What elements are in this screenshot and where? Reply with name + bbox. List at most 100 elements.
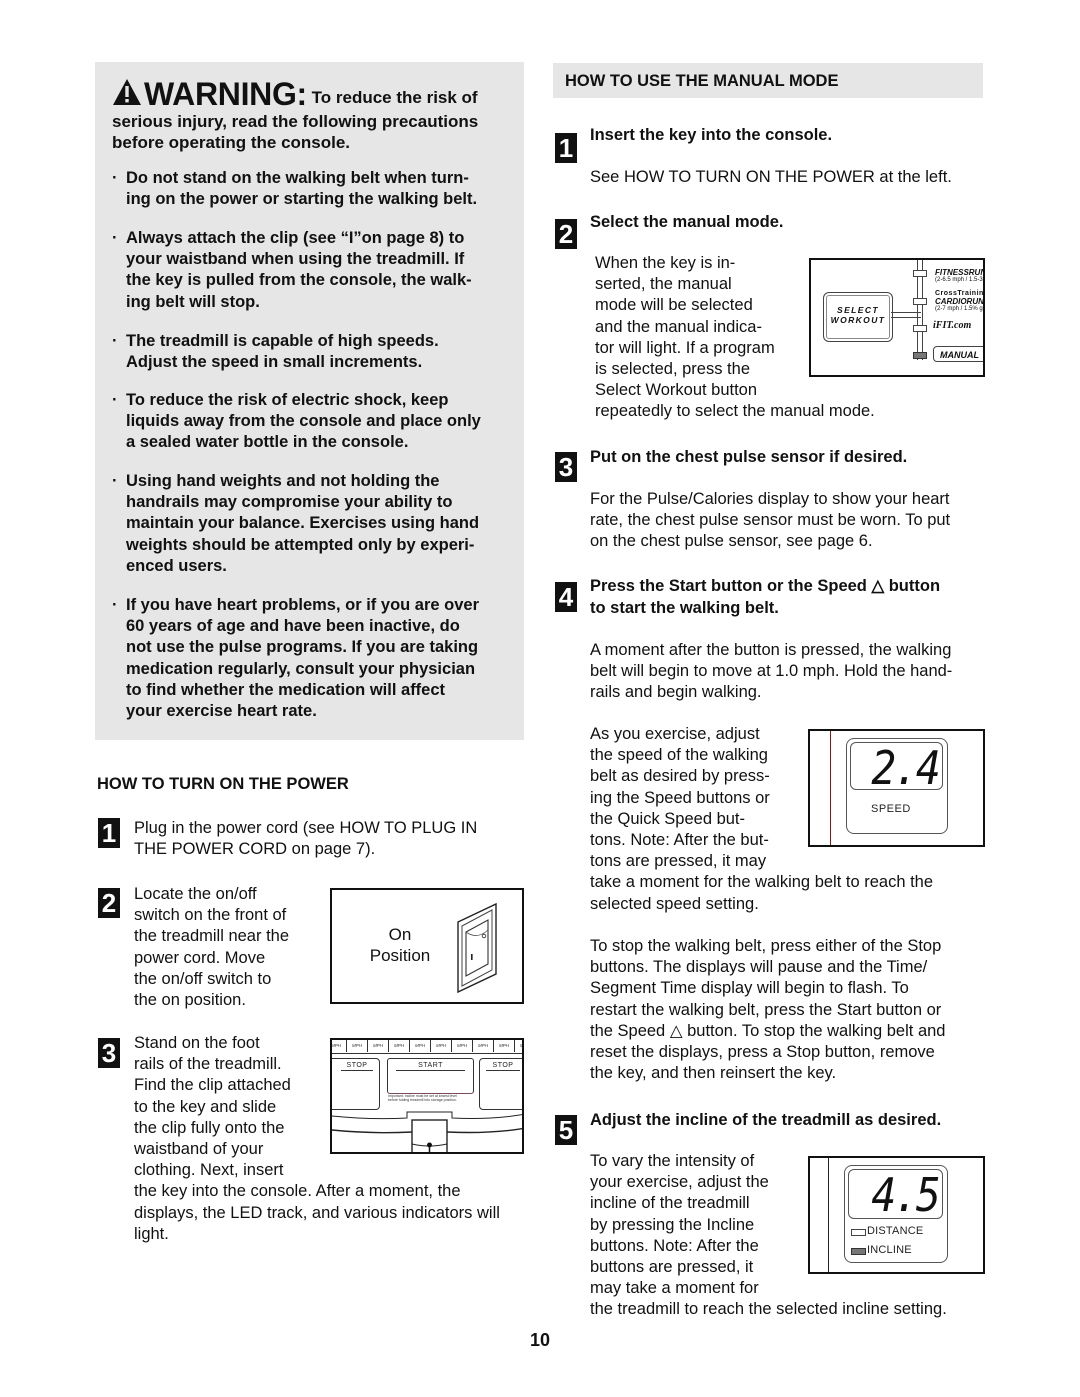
mph-led: MPH bbox=[473, 1040, 494, 1052]
text-line: Segment Time display will begin to flash… bbox=[590, 979, 909, 998]
speed-display-figure: 2.4 SPEED bbox=[808, 729, 985, 847]
text-line: restart the walking belt, press the Star… bbox=[590, 1000, 942, 1019]
manual-step-3-number: 3 bbox=[555, 452, 577, 482]
incline-lcd-panel: 4.5 DISTANCE INCLINE bbox=[844, 1165, 948, 1263]
text-line: Plug in the power cord (see HOW TO PLUG … bbox=[134, 819, 478, 837]
text-line: a sealed water bottle in the console. bbox=[126, 433, 409, 452]
program-fitnessrun: FITNESSRUN bbox=[935, 268, 985, 277]
text-line: on the chest pulse sensor, see page 6. bbox=[590, 532, 873, 551]
distance-indicator-icon bbox=[851, 1229, 866, 1236]
text-line: To stop the walking belt, press either o… bbox=[590, 937, 942, 955]
incline-display-figure: 4.5 DISTANCE INCLINE bbox=[808, 1156, 985, 1274]
text-line: take a moment for the walking belt to re… bbox=[590, 873, 934, 892]
bullet-dot-icon: · bbox=[112, 391, 118, 409]
text-line: selected speed setting. bbox=[590, 894, 759, 913]
mph-led: MPH bbox=[332, 1040, 347, 1052]
warning-bullet: · Always attach the clip (see “I”on page … bbox=[112, 228, 512, 313]
text-line: weights should be attempted only by expe… bbox=[126, 535, 475, 554]
text-line: light. bbox=[134, 1224, 169, 1243]
on-position-label: On Position bbox=[352, 924, 448, 966]
text-line: handrails may compromise your ability to bbox=[126, 493, 453, 512]
page-number: 10 bbox=[529, 1330, 551, 1350]
start-button: START bbox=[387, 1058, 474, 1094]
incline-lcd-screen: 4.5 bbox=[848, 1168, 943, 1222]
power-step-1-text: Plug in the power cord (see HOW TO PLUG … bbox=[134, 818, 524, 860]
text-line: your waistband when using the treadmill.… bbox=[126, 250, 465, 269]
text-line: the key into the console. After a moment… bbox=[134, 1182, 461, 1201]
text-line: Using hand weights and not holding the bbox=[126, 472, 440, 490]
text-line: the on position. bbox=[134, 991, 246, 1010]
text-line: not use the pulse programs. If you are t… bbox=[126, 638, 479, 657]
mph-led: MPH bbox=[515, 1040, 522, 1052]
text-line: tons are pressed, it may bbox=[590, 852, 767, 871]
program-cardiorun: CARDIORUN bbox=[935, 297, 984, 306]
speed-label: SPEED bbox=[871, 803, 911, 815]
program-led bbox=[913, 298, 927, 305]
text-line: power cord. Move bbox=[134, 948, 266, 967]
rocker-switch-icon bbox=[457, 902, 497, 994]
text-line: liquids away from the console and place … bbox=[126, 412, 481, 431]
text-line: WORKOUT bbox=[830, 315, 886, 325]
bullet-dot-icon: · bbox=[112, 596, 118, 614]
power-step-2-number: 2 bbox=[98, 888, 120, 918]
mph-led: MPH bbox=[410, 1040, 431, 1052]
start-label: START bbox=[396, 1062, 465, 1071]
text-line: enced users. bbox=[126, 556, 227, 575]
program-crosstraining: CrossTrainin bbox=[935, 290, 984, 297]
warning-bullet: · Using hand weights and not holding the h… bbox=[112, 471, 512, 577]
select-workout-button: SELECT WORKOUT bbox=[823, 292, 893, 342]
manual-step-3-title: Put on the chest pulse sensor if desired… bbox=[590, 448, 908, 466]
text-line: Always attach the clip (see “I”on page 8… bbox=[126, 229, 465, 247]
text-line: the treadmill near the bbox=[134, 927, 290, 946]
warning-bullet: · Do not stand on the walking belt when t… bbox=[112, 168, 512, 210]
manual-step-1-text: See HOW TO TURN ON THE POWER at the left… bbox=[590, 168, 952, 186]
manual-led-lit bbox=[913, 352, 927, 359]
text-line: Select Workout button bbox=[595, 381, 758, 400]
manual-step-3-text: For the Pulse/Calories display to show y… bbox=[590, 489, 990, 553]
manual-step-5-title: Adjust the incline of the treadmill as d… bbox=[590, 1111, 942, 1129]
text-line: to find whether the medication will affe… bbox=[126, 680, 446, 699]
text-line: SELECT bbox=[837, 305, 879, 315]
manual-step-5-number: 5 bbox=[555, 1115, 577, 1145]
manual-step-4-text: A moment after the button is pressed, th… bbox=[590, 640, 990, 704]
text-line: the key, and then reinsert the key. bbox=[590, 1064, 837, 1083]
text-line: Locate the on/off bbox=[134, 885, 257, 903]
text-line: ing on the power or starting the walking… bbox=[126, 190, 478, 209]
power-step-2-text: Locate the on/off switch on the front of t… bbox=[134, 884, 324, 1011]
key-slot-icon bbox=[332, 1111, 522, 1152]
text-line: to start the walking belt. bbox=[590, 599, 779, 617]
text-line: Position bbox=[369, 946, 431, 966]
text-line: may take a moment for bbox=[590, 1279, 759, 1298]
text-line: ing belt will stop. bbox=[126, 292, 260, 311]
text-line: On bbox=[388, 925, 412, 944]
stop-label: STOP bbox=[341, 1062, 373, 1071]
manual-step-4-stop-text: To stop the walking belt, press either o… bbox=[590, 936, 990, 1084]
text-line: switch on the front of bbox=[134, 906, 287, 925]
manual-step-1-number: 1 bbox=[555, 133, 577, 163]
warning-word: WARNING: bbox=[144, 76, 307, 112]
mph-led: MPH bbox=[368, 1040, 389, 1052]
program-cardiorun-range: (2-7 mph / 1.5% g bbox=[935, 306, 983, 312]
text-line: buttons. The displays will pause and the… bbox=[590, 958, 928, 977]
warning-bullet: · If you have heart problems, or if you a… bbox=[112, 595, 512, 722]
console-figure: MPHMPHMPHMPHMPHMPHMPHMPHMPHMPH STOP STAR… bbox=[330, 1038, 524, 1154]
text-line: Do not stand on the walking belt when tu… bbox=[126, 169, 469, 187]
stop-label: STOP bbox=[486, 1062, 520, 1071]
manual-indicator: MANUAL bbox=[933, 346, 983, 362]
bullet-dot-icon: · bbox=[112, 229, 118, 247]
text-line: THE POWER CORD on page 7). bbox=[134, 840, 376, 859]
incline-value: 4.5 bbox=[871, 1168, 940, 1222]
text-line: reset the displays, press a Stop button,… bbox=[590, 1043, 935, 1062]
mph-led: MPH bbox=[431, 1040, 452, 1052]
text-line: The treadmill is capable of high speeds. bbox=[126, 332, 439, 350]
warning-intro-line3: before operating the console. bbox=[112, 133, 351, 152]
program-fitnessrun-range: (2-6.5 mph / 1.5-3 bbox=[935, 277, 983, 283]
warning-bullet: · To reduce the risk of electric shock, k… bbox=[112, 390, 512, 454]
warning-intro-line2: serious injury, read the following preca… bbox=[112, 112, 479, 131]
select-workout-figure: SELECT WORKOUT FITNESSRUN (2-6.5 mph / 1… bbox=[809, 258, 985, 377]
manual-step-4-number: 4 bbox=[555, 582, 577, 612]
text-line: A moment after the button is pressed, th… bbox=[590, 641, 952, 659]
text-line: 60 years of age and have been inactive, … bbox=[126, 617, 460, 636]
speed-lcd-panel: 2.4 SPEED bbox=[846, 738, 948, 834]
mph-led: MPH bbox=[452, 1040, 473, 1052]
